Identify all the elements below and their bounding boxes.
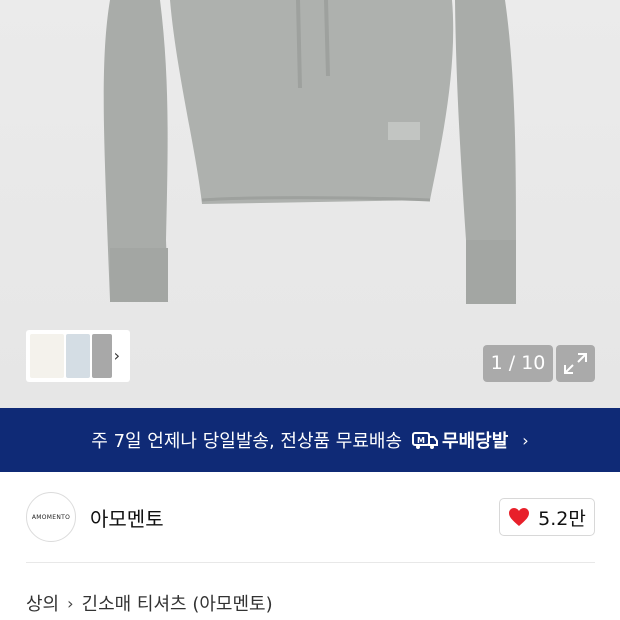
- breadcrumb-subcategory[interactable]: 긴소매 티셔츠 (아모멘토): [82, 590, 273, 616]
- chevron-right-icon[interactable]: ›: [114, 346, 120, 365]
- image-counter: 1 / 10: [483, 345, 553, 382]
- breadcrumb: 상의 › 긴소매 티셔츠 (아모멘토): [26, 590, 273, 616]
- breadcrumb-category[interactable]: 상의: [26, 590, 59, 616]
- delivery-truck-icon: M: [412, 432, 439, 449]
- shipping-banner-text: 주 7일 언제나 당일발송, 전상품 무료배송: [91, 431, 403, 452]
- thumbnail-beige-hoodie[interactable]: [30, 334, 64, 378]
- shipping-banner[interactable]: 주 7일 언제나 당일발송, 전상품 무료배송 M 무배당발 ›: [0, 408, 620, 472]
- free-delivery-brand: M 무배당발: [412, 427, 508, 453]
- divider: [26, 562, 595, 563]
- thumbnail-gray-hoodie[interactable]: [92, 334, 112, 378]
- chevron-right-icon: ›: [522, 430, 529, 450]
- brand-logo[interactable]: AMOMENTO: [26, 492, 76, 542]
- brand-row: AMOMENTO 아모멘토 5.2만: [0, 472, 620, 562]
- brand-logo-text: AMOMENTO: [31, 513, 71, 521]
- thumbnail-strip[interactable]: ›: [26, 330, 130, 382]
- heart-icon: [509, 508, 530, 526]
- like-count: 5.2만: [538, 507, 586, 530]
- fullscreen-button[interactable]: [556, 345, 595, 382]
- svg-text:M: M: [417, 436, 425, 445]
- thumbnail-light-blue-hoodie[interactable]: [66, 334, 90, 378]
- expand-icon: [564, 353, 587, 374]
- brand-name[interactable]: 아모멘토: [90, 503, 164, 532]
- free-delivery-label: 무배당발: [442, 431, 509, 452]
- product-image-gallery[interactable]: › 1 / 10: [0, 0, 620, 408]
- chevron-right-icon: ›: [67, 593, 74, 613]
- like-button[interactable]: 5.2만: [499, 498, 595, 536]
